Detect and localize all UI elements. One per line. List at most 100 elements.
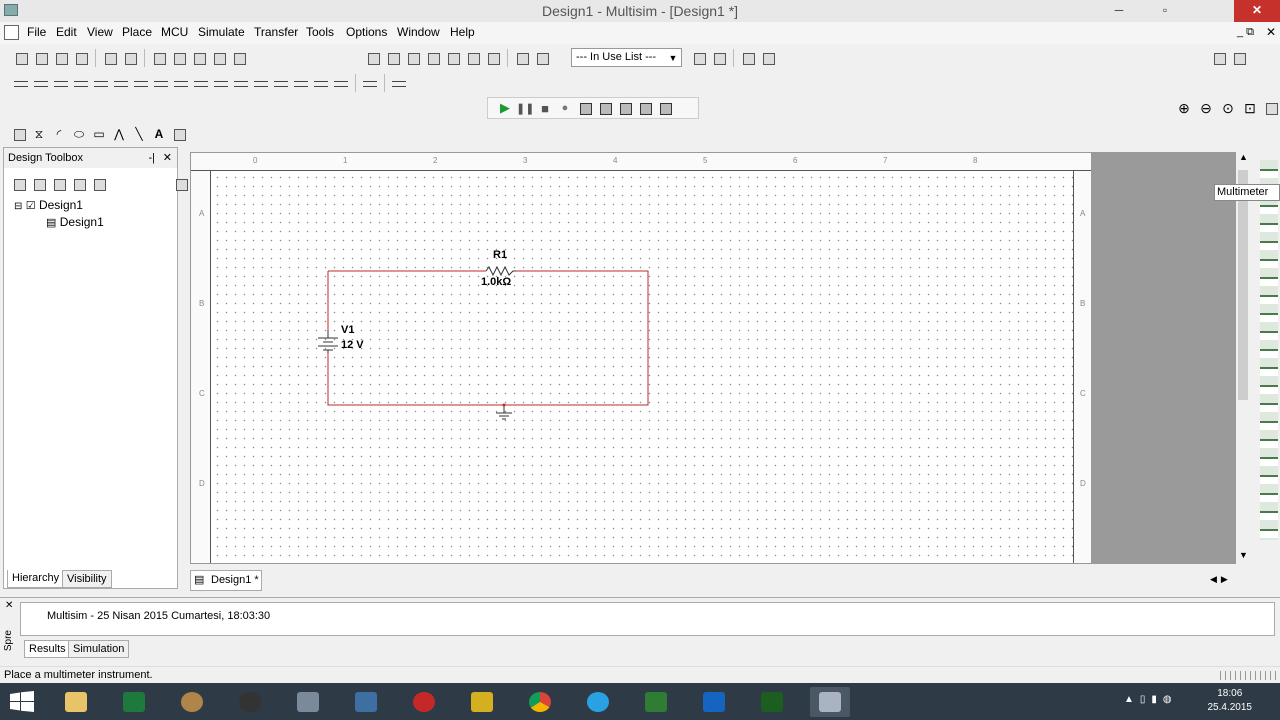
new-sheet-icon[interactable]	[70, 175, 88, 193]
rf-icon[interactable]	[272, 74, 290, 92]
grapher-icon[interactable]	[444, 49, 462, 67]
resistor-r1-icon[interactable]	[485, 265, 516, 277]
vertical-scrollbar[interactable]: ▲ ▼	[1236, 152, 1250, 564]
zoom-fit-icon[interactable]: ⊡	[1240, 100, 1260, 117]
database-icon[interactable]	[404, 49, 422, 67]
multisim-task-icon[interactable]	[810, 687, 850, 717]
menu-simulate[interactable]: Simulate	[198, 25, 245, 39]
pause-at-next-icon[interactable]: ●	[556, 102, 574, 114]
ni-component-icon[interactable]	[312, 74, 330, 92]
new-icon[interactable]	[12, 49, 30, 67]
mcu-icon[interactable]	[332, 74, 350, 92]
toggle-view-icon[interactable]	[1210, 49, 1228, 67]
resize-grip-icon[interactable]	[1220, 671, 1276, 680]
panel-pin-icon[interactable]: -|	[148, 148, 155, 168]
picture-icon[interactable]	[10, 125, 28, 143]
mdi-minimize-button[interactable]: _ ⧉	[1237, 26, 1254, 39]
scroll-up-icon[interactable]: ▲	[1239, 152, 1248, 162]
undo-icon[interactable]	[210, 49, 228, 67]
in-use-list-select[interactable]: --- In Use List --- ▼	[571, 48, 682, 67]
hierarchical-block-icon[interactable]	[361, 74, 379, 92]
misc-digital-icon[interactable]	[152, 74, 170, 92]
tree-item-root[interactable]: ⊟ ☑ Design1	[14, 198, 83, 212]
line-icon[interactable]: ╲	[130, 127, 148, 141]
zoom-page-icon[interactable]	[1262, 99, 1280, 117]
power-icon[interactable]	[404, 687, 444, 717]
mdi-close-button[interactable]: ✕	[1266, 25, 1276, 39]
app-icon-13[interactable]	[752, 687, 792, 717]
menu-window[interactable]: Window	[397, 25, 440, 39]
ground-icon[interactable]	[496, 405, 512, 420]
bus-icon[interactable]	[390, 74, 408, 92]
close-button[interactable]: ✕	[1234, 0, 1280, 22]
v1-ref-label[interactable]: V1	[341, 324, 354, 336]
zoom-in-icon[interactable]: ⊕	[1174, 100, 1194, 117]
arc-icon[interactable]: ◜	[50, 127, 68, 141]
polygon-icon[interactable]: ⧖	[30, 127, 48, 142]
document-icon[interactable]	[4, 25, 19, 40]
minimize-button[interactable]: ─	[1096, 0, 1142, 22]
app-icon-12[interactable]	[694, 687, 734, 717]
peripheral-icon[interactable]	[252, 74, 270, 92]
r1-ref-label[interactable]: R1	[493, 249, 507, 261]
maximize-button[interactable]: ▫	[1142, 0, 1188, 22]
misc-icon[interactable]	[232, 74, 250, 92]
tab-design1[interactable]: ▤ Design1 *	[190, 570, 262, 591]
chrome-icon[interactable]	[520, 687, 560, 717]
start-button[interactable]	[10, 691, 34, 713]
find-icon[interactable]	[739, 49, 757, 67]
menu-help[interactable]: Help	[450, 25, 475, 39]
menu-transfer[interactable]: Transfer	[254, 25, 298, 39]
menu-file[interactable]: File	[27, 25, 46, 39]
video-icon[interactable]	[462, 687, 502, 717]
new-design-icon[interactable]	[10, 175, 28, 193]
app-icon-6[interactable]	[346, 687, 386, 717]
tab-visibility[interactable]: Visibility	[62, 570, 112, 588]
r1-value-label[interactable]: 1.0kΩ	[481, 276, 511, 288]
help-icon[interactable]	[759, 49, 777, 67]
spreadsheet-view-icon[interactable]	[384, 49, 402, 67]
open-design-icon[interactable]	[30, 175, 48, 193]
open-folder-icon[interactable]	[52, 49, 70, 67]
save-icon[interactable]	[72, 49, 90, 67]
scrollbar-thumb[interactable]	[1238, 170, 1248, 400]
media-icon[interactable]	[230, 687, 270, 717]
v1-value-label[interactable]: 12 V	[341, 339, 364, 351]
toggle-toolbox-icon[interactable]	[364, 49, 382, 67]
indicator-icon[interactable]	[192, 74, 210, 92]
app-icon-11[interactable]	[636, 687, 676, 717]
mixed-icon[interactable]	[172, 74, 190, 92]
menu-options[interactable]: Options	[346, 25, 387, 39]
internet-explorer-icon[interactable]	[578, 687, 618, 717]
postprocessor-icon[interactable]	[464, 49, 482, 67]
menu-tools[interactable]: Tools	[306, 25, 334, 39]
collapse-icon[interactable]: ⊟	[14, 201, 22, 212]
print-preview-icon[interactable]	[121, 49, 139, 67]
panel-close-icon[interactable]: ✕	[5, 600, 13, 611]
run-to-cursor-icon[interactable]	[636, 99, 654, 117]
text-icon[interactable]: A	[150, 127, 168, 141]
system-tray[interactable]: ▲▯▮◍	[1124, 694, 1178, 705]
power-icon[interactable]	[212, 74, 230, 92]
tab-simulation[interactable]: Simulation	[68, 640, 130, 658]
step-into-icon[interactable]	[576, 99, 594, 117]
pause-icon[interactable]: ❚❚	[516, 102, 534, 115]
cmos-icon[interactable]	[132, 74, 150, 92]
clock[interactable]: 18:06 25.4.2015	[1208, 687, 1253, 715]
stop-icon[interactable]: ■	[536, 101, 554, 116]
print-icon[interactable]	[101, 49, 119, 67]
app-icon-5[interactable]	[288, 687, 328, 717]
menu-place[interactable]: Place	[122, 25, 152, 39]
step-over-icon[interactable]	[596, 99, 614, 117]
toggle-breakpoint-icon[interactable]	[656, 99, 674, 117]
properties-icon[interactable]	[172, 175, 190, 193]
horizontal-scroll-arrows[interactable]: ◀▶	[1210, 574, 1254, 590]
tab-hierarchy[interactable]: Hierarchy	[7, 570, 65, 588]
erc-icon[interactable]	[484, 49, 502, 67]
wires[interactable]	[327, 270, 649, 406]
ttl-icon[interactable]	[112, 74, 130, 92]
diode-icon[interactable]	[52, 74, 70, 92]
copy-icon[interactable]	[170, 49, 188, 67]
back-annotate-icon[interactable]	[690, 49, 708, 67]
delete-sheet-icon[interactable]	[90, 175, 108, 193]
